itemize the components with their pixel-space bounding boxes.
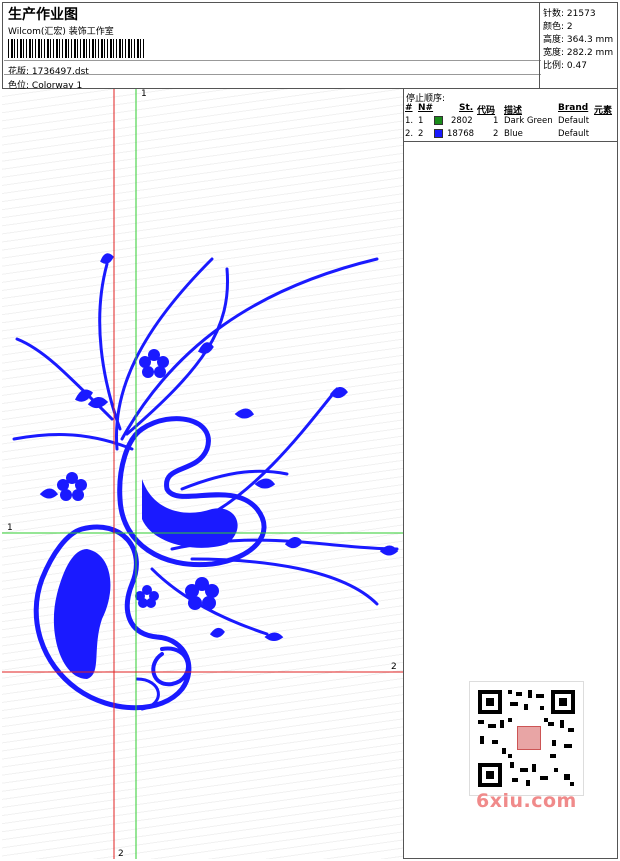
stat-value: 364.3 mm bbox=[566, 35, 614, 45]
row-code: 1 bbox=[493, 116, 499, 126]
guide-label-left: 1 bbox=[7, 523, 13, 533]
guide-label-bottom: 2 bbox=[118, 849, 124, 859]
guide-label-right: 2 bbox=[391, 662, 397, 672]
qr-stamp-logo bbox=[517, 726, 541, 750]
stat-width: 宽度: 282.2 mm bbox=[543, 45, 613, 58]
col-header-num: # bbox=[405, 103, 413, 113]
design-file-label: 花版: bbox=[8, 67, 30, 77]
row-stitches: 2802 bbox=[451, 116, 473, 126]
row-num: 2. bbox=[405, 129, 414, 139]
row-needle: 2 bbox=[418, 129, 424, 139]
leaf bbox=[74, 389, 93, 402]
sheet-title: 生产作业图 bbox=[8, 7, 78, 23]
row-num: 1. bbox=[405, 116, 414, 126]
col-header-stitches: St. bbox=[459, 103, 474, 113]
row-brand: Default bbox=[558, 129, 590, 139]
stat-height: 高度: 364.3 mm bbox=[543, 32, 613, 45]
stat-value: 282.2 mm bbox=[566, 48, 614, 58]
col-header-description: 描述 bbox=[504, 106, 523, 116]
col-header-code: 代码 bbox=[477, 106, 496, 116]
header: 生产作业图 Wilcom(汇宏) 装饰工作室 花版: 1736497.dst 色… bbox=[2, 2, 618, 91]
leaf bbox=[264, 632, 284, 641]
row-description: Dark Green bbox=[504, 116, 553, 126]
row-code: 2 bbox=[493, 129, 499, 139]
stat-key: 颜色: bbox=[543, 22, 565, 32]
leaf bbox=[39, 488, 59, 499]
flower bbox=[57, 472, 87, 501]
col-header-element: 元素 bbox=[594, 106, 613, 116]
leaf bbox=[198, 342, 214, 354]
stat-colors: 颜色: 2 bbox=[543, 19, 573, 32]
row-needle: 1 bbox=[418, 116, 424, 126]
qr-code[interactable] bbox=[469, 681, 584, 796]
stat-value: 21573 bbox=[566, 9, 596, 19]
design-stats: 针数: 21573 颜色: 2 高度: 364.3 mm 宽度: 282.2 m… bbox=[539, 2, 618, 89]
barcode bbox=[8, 39, 144, 58]
row-description: Blue bbox=[504, 129, 523, 139]
guide-label-top: 1 bbox=[141, 89, 147, 99]
stat-value: 0.47 bbox=[566, 61, 587, 71]
design-file-row: 花版: 1736497.dst bbox=[8, 64, 89, 77]
leaf bbox=[284, 537, 303, 549]
leaf bbox=[379, 545, 399, 556]
col-header-brand: Brand bbox=[558, 103, 589, 113]
col-header-needle: N# bbox=[418, 103, 434, 113]
watermark: 6xiu.com bbox=[476, 790, 577, 812]
stem bbox=[190, 557, 379, 606]
divider bbox=[4, 60, 541, 61]
embroidery-design bbox=[2, 89, 403, 859]
company-name: Wilcom(汇宏) 装饰工作室 bbox=[8, 27, 114, 37]
design-canvas[interactable]: 1 1 2 2 bbox=[2, 89, 404, 859]
flower bbox=[135, 585, 159, 608]
divider bbox=[404, 141, 618, 142]
stat-key: 比例: bbox=[543, 61, 565, 71]
stat-stitches: 针数: 21573 bbox=[543, 6, 596, 19]
paisley-upper-fill bbox=[142, 479, 238, 548]
paisley-lower-fill bbox=[53, 549, 111, 679]
stem bbox=[200, 387, 339, 521]
stat-key: 高度: bbox=[543, 35, 565, 45]
leaf bbox=[87, 397, 109, 409]
stat-key: 宽度: bbox=[543, 48, 565, 58]
design-file-name: 1736497.dst bbox=[31, 67, 89, 77]
row-brand: Default bbox=[558, 116, 590, 126]
row-stitches: 18768 bbox=[447, 129, 475, 139]
divider bbox=[4, 74, 541, 75]
leaf bbox=[329, 387, 348, 399]
leaf bbox=[234, 408, 255, 419]
color-swatch bbox=[434, 116, 443, 125]
flower bbox=[139, 349, 169, 378]
curl bbox=[151, 646, 190, 687]
leaf bbox=[100, 253, 114, 264]
stat-value: 2 bbox=[566, 22, 573, 32]
leaf bbox=[254, 478, 276, 489]
stat-scale: 比例: 0.47 bbox=[543, 58, 587, 71]
leaf bbox=[209, 627, 225, 638]
stat-key: 针数: bbox=[543, 9, 565, 19]
color-swatch bbox=[434, 129, 443, 138]
